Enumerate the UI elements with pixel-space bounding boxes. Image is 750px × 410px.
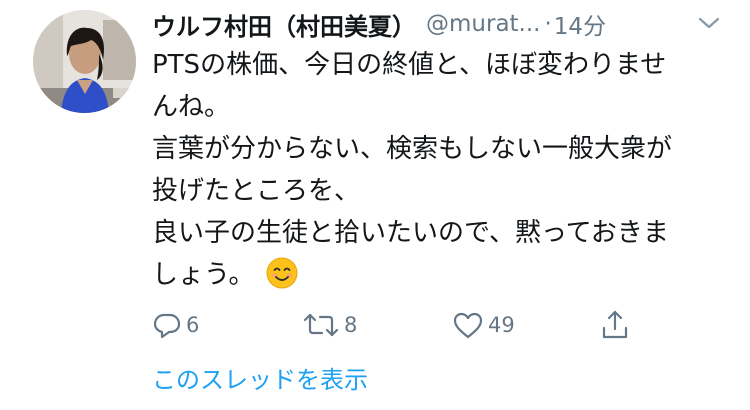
retweet-icon <box>302 310 340 340</box>
smiling-face-emoji-icon <box>266 257 298 289</box>
avatar[interactable] <box>33 10 136 113</box>
retweet-button[interactable]: 8 <box>302 305 357 345</box>
like-button[interactable]: 49 <box>452 305 515 345</box>
tweet-text-line: 投げたところを、 <box>152 176 361 206</box>
reply-button[interactable]: 6 <box>152 305 199 345</box>
like-count: 49 <box>488 313 515 337</box>
like-icon <box>452 310 484 340</box>
show-thread-link[interactable]: このスレッドを表示 <box>152 360 368 395</box>
share-icon <box>600 309 630 341</box>
reply-icon <box>152 310 182 340</box>
reply-count: 6 <box>186 313 200 337</box>
tweet-text-line: 良い子の生徒と拾いたいので、黙っておきま <box>152 218 669 248</box>
user-handle[interactable]: @murat... <box>426 11 540 37</box>
timestamp[interactable]: 14分 <box>554 7 606 41</box>
tweet-actions: 6 8 49 <box>152 305 642 345</box>
tweet-text-last-line: しょう。 <box>152 254 727 296</box>
tweet-header: ウルフ村田（村田美夏） @murat... · 14分 <box>152 6 606 42</box>
share-button[interactable] <box>600 305 630 345</box>
chevron-down-icon[interactable] <box>697 14 721 32</box>
tweet-text-line: んね。 <box>152 92 231 122</box>
tweet-text-line: しょう。 <box>152 260 255 290</box>
tweet-text-line: 言葉が分からない、検索もしない一般大衆が <box>152 134 673 164</box>
tweet-text: PTSの株価、今日の終値と、ほぼ変わりませ んね。 言葉が分からない、検索もしな… <box>152 44 727 296</box>
display-name[interactable]: ウルフ村田（村田美夏） <box>152 7 416 42</box>
retweet-count: 8 <box>344 313 358 337</box>
separator-dot: · <box>544 11 552 37</box>
tweet[interactable]: ウルフ村田（村田美夏） @murat... · 14分 PTSの株価、今日の終値… <box>0 0 750 410</box>
tweet-text-line: PTSの株価、今日の終値と、ほぼ変わりませ <box>152 50 667 80</box>
